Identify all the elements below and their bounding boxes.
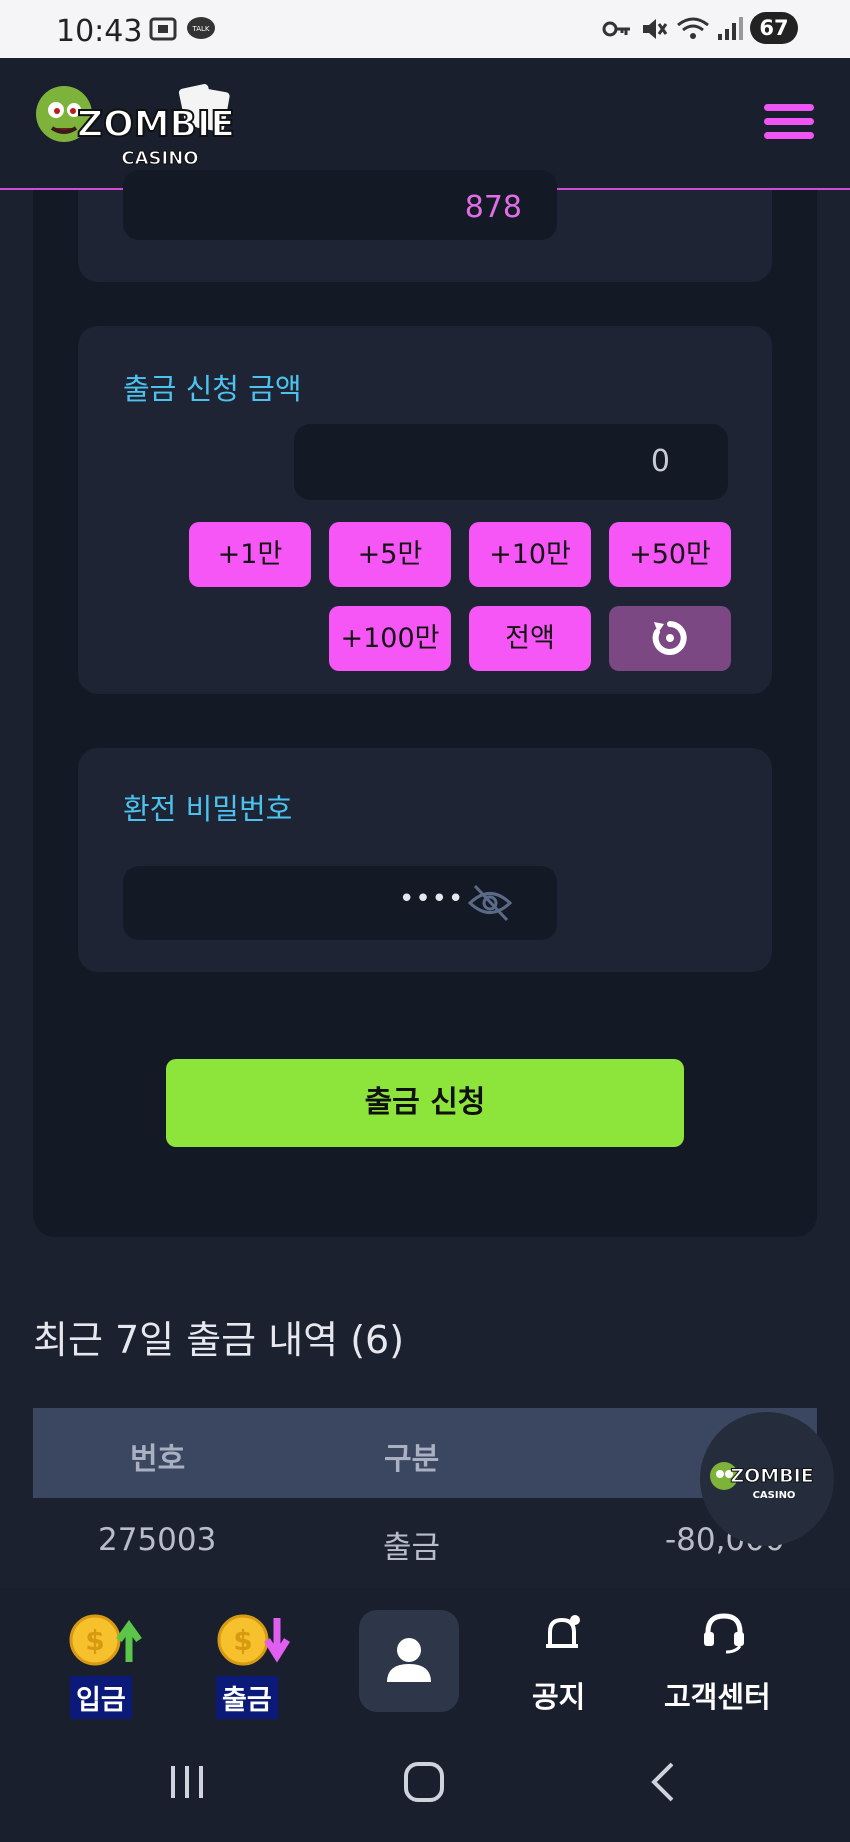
key-icon [602, 21, 630, 37]
row-id: 275003 [98, 1522, 217, 1558]
add-1m-button[interactable]: +100만 [329, 606, 451, 671]
floating-logo-button[interactable]: ZOMBIE CASINO [700, 1412, 834, 1546]
add-10k-button[interactable]: +1만 [189, 522, 311, 587]
screenshot-icon [149, 17, 177, 41]
svg-text:ZOMBIE: ZOMBIE [730, 1465, 813, 1487]
headset-icon [704, 1613, 744, 1654]
withdraw-amount-input[interactable]: 0 [294, 424, 728, 500]
submit-withdraw-button[interactable]: 출금 신청 [166, 1059, 684, 1147]
user-icon [387, 1638, 431, 1682]
withdraw-amount-card: 출금 신청 금액 0 +1만 +5만 +10만 +50만 +100만 전액 [78, 326, 772, 694]
svg-text:ZOMBIE: ZOMBIE [77, 104, 235, 145]
svg-text:CASINO: CASINO [121, 148, 198, 169]
battery-indicator: 67 [750, 12, 798, 44]
nav-support[interactable]: 고객센터 [660, 1588, 790, 1728]
system-navigation-bar [0, 1728, 850, 1842]
nav-withdraw-label: 출금 [216, 1676, 278, 1719]
exchange-password-title: 환전 비밀번호 [123, 792, 293, 826]
balance-value: 878 [464, 190, 522, 225]
svg-text:CASINO: CASINO [753, 1490, 796, 1501]
zombie-casino-small-logo: ZOMBIE CASINO [710, 1462, 814, 1501]
nav-withdraw[interactable]: $ 출금 [210, 1588, 300, 1728]
balance-card: 878 [78, 170, 772, 282]
nav-deposit-label: 입금 [70, 1676, 132, 1719]
my-page-button[interactable] [359, 1610, 459, 1712]
full-amount-button[interactable]: 전액 [469, 606, 591, 671]
svg-text:$: $ [233, 1624, 252, 1657]
reset-button[interactable] [609, 606, 731, 671]
eye-slash-icon[interactable] [467, 880, 513, 926]
wifi-icon [677, 17, 709, 39]
table-row[interactable]: 275003 출금 -80,000 [33, 1498, 817, 1588]
svg-text:$: $ [85, 1624, 104, 1657]
nav-support-label: 고객센터 [664, 1680, 771, 1714]
clock: 10:43 [56, 14, 143, 49]
bell-icon [546, 1615, 580, 1648]
talk-icon: TALK [187, 17, 215, 39]
add-100k-button[interactable]: +10만 [469, 522, 591, 587]
mute-icon [643, 19, 668, 39]
coin-up-icon: $ [69, 1614, 142, 1666]
svg-text:TALK: TALK [191, 25, 209, 33]
add-50k-button[interactable]: +5만 [329, 522, 451, 587]
row-type: 출금 [383, 1530, 441, 1566]
back-icon[interactable] [634, 1758, 694, 1808]
password-value: •••• [399, 884, 465, 914]
nav-deposit[interactable]: $ 입금 [62, 1588, 152, 1728]
withdraw-panel: 878 출금 신청 금액 0 +1만 +5만 +10만 +50만 +100만 전… [33, 170, 817, 1237]
refresh-icon [652, 621, 687, 655]
home-icon[interactable] [394, 1758, 454, 1808]
bottom-navigation: $ 입금 $ 출금 공지 고객센터 [0, 1588, 850, 1728]
withdraw-amount-title: 출금 신청 금액 [123, 372, 302, 406]
withdraw-amount-value: 0 [650, 444, 670, 479]
signal-icon [718, 17, 743, 40]
zombie-casino-logo[interactable]: ZOMBIE CASINO [32, 76, 252, 176]
column-type: 구분 [384, 1442, 440, 1477]
nav-notice-label: 공지 [532, 1680, 586, 1714]
exchange-password-card: 환전 비밀번호 •••• [78, 748, 772, 972]
coin-down-icon: $ [217, 1614, 290, 1666]
hamburger-menu-icon[interactable] [764, 104, 814, 144]
column-number: 번호 [130, 1442, 186, 1477]
balance-field: 878 [123, 170, 557, 240]
history-title: 최근 7일 출금 내역 (6) [33, 1318, 405, 1362]
recent-apps-icon[interactable] [157, 1758, 217, 1808]
nav-notice[interactable]: 공지 [520, 1588, 600, 1728]
exchange-password-input[interactable]: •••• [123, 866, 557, 940]
add-500k-button[interactable]: +50만 [609, 522, 731, 587]
status-bar: 10:43 TALK 67 [0, 0, 850, 58]
